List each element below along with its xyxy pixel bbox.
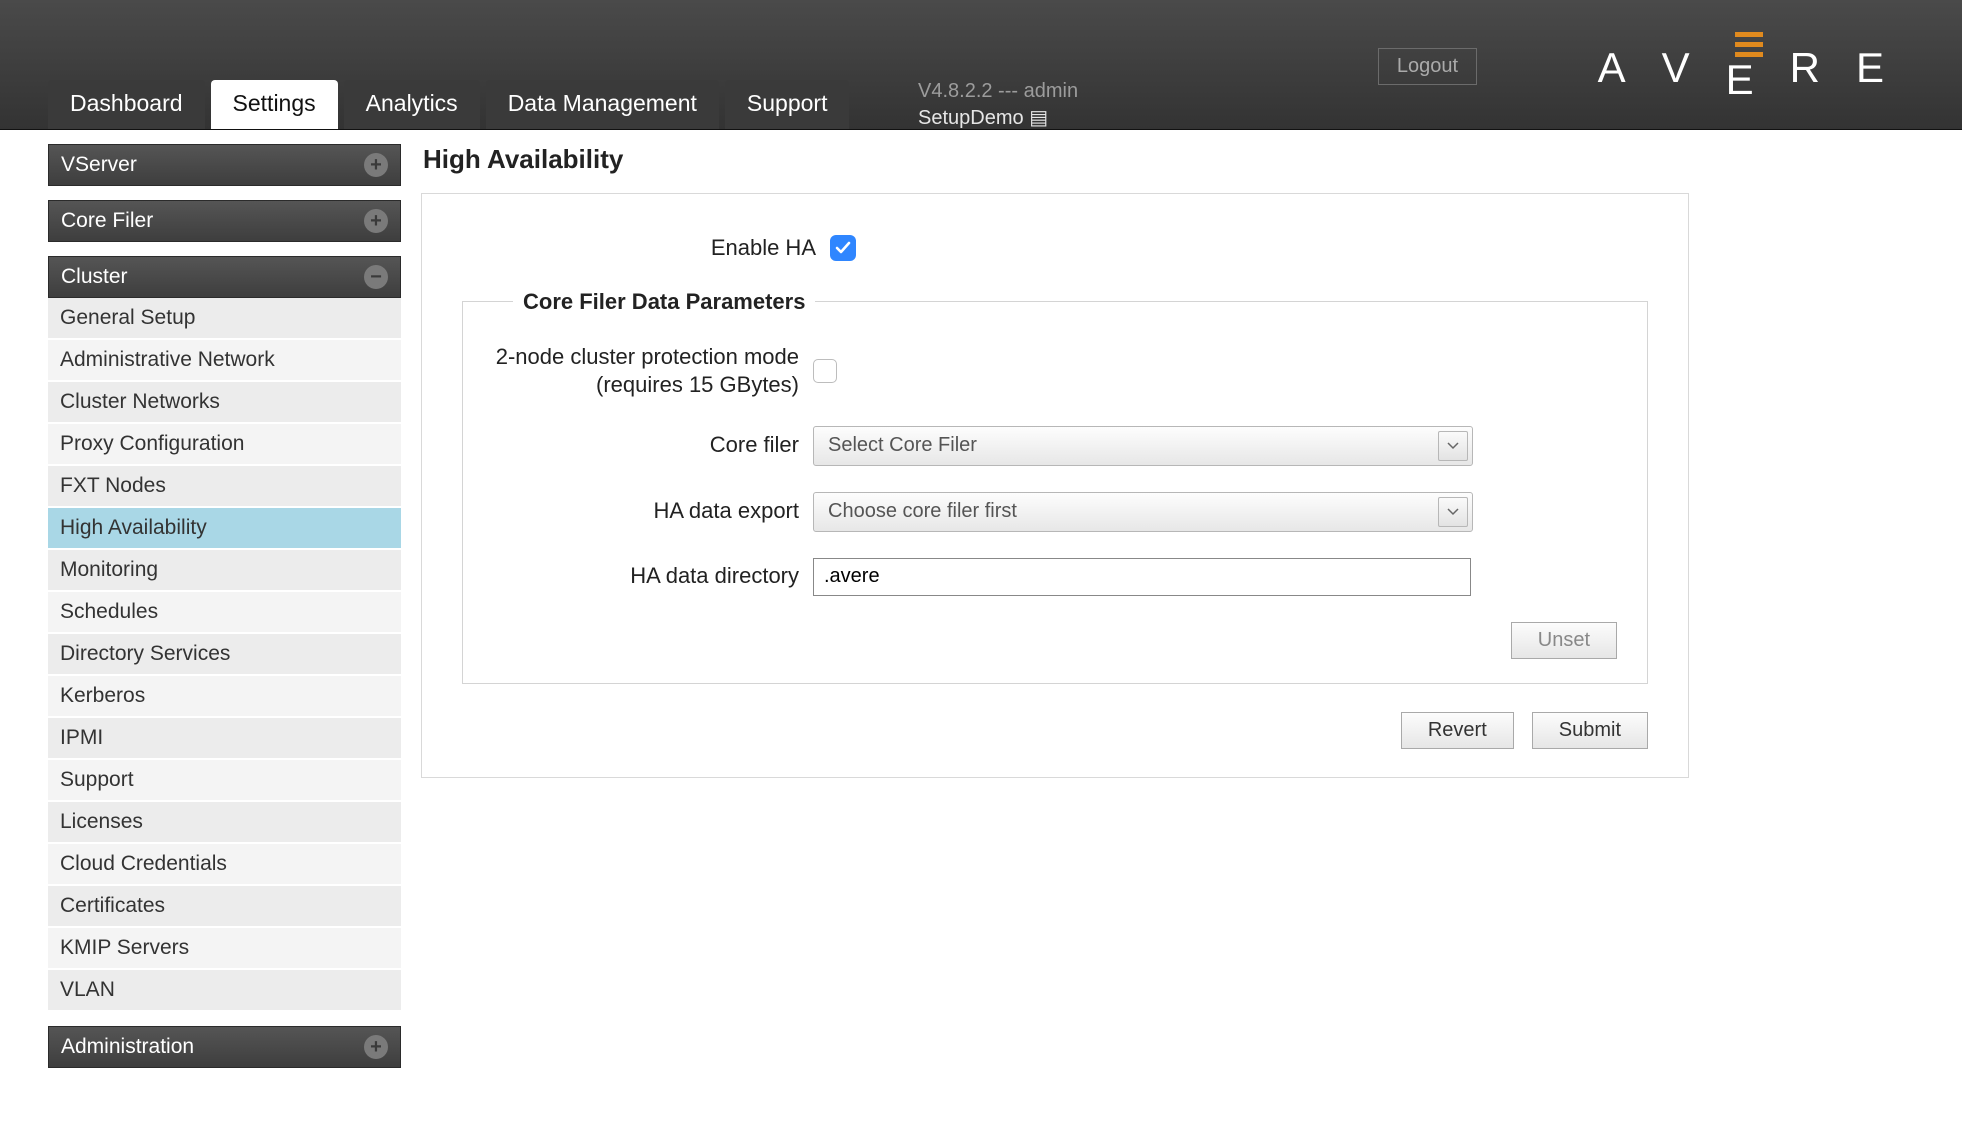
settings-panel: Enable HA Core Filer Data Parameters 2-n… — [421, 193, 1689, 778]
enable-ha-label: Enable HA — [462, 234, 830, 263]
header-info: V4.8.2.2 --- admin SetupDemo ▤ — [918, 78, 1078, 132]
logo-avere: A V E R E — [1598, 32, 1902, 92]
logo-letter-e: E — [1726, 32, 1772, 92]
logo-bars-icon — [1735, 32, 1763, 57]
logout-button[interactable]: Logout — [1378, 48, 1477, 85]
main-content: High Availability Enable HA Core Filer D… — [421, 144, 1932, 778]
sidebar-item-directory-services[interactable]: Directory Services — [48, 634, 401, 676]
sidebar-item-high-availability[interactable]: High Availability — [48, 508, 401, 550]
sidebar-item-vlan[interactable]: VLAN — [48, 970, 401, 1012]
tab-data-management[interactable]: Data Management — [486, 80, 719, 129]
two-node-label: 2-node cluster protection mode (requires… — [493, 343, 813, 400]
sidebar-item-proxy-configuration[interactable]: Proxy Configuration — [48, 424, 401, 466]
core-filer-value: Select Core Filer — [828, 434, 977, 457]
core-filer-select[interactable]: Select Core Filer — [813, 426, 1473, 466]
logo-letter: V — [1662, 44, 1708, 92]
two-node-checkbox[interactable] — [813, 359, 837, 383]
sidebar: VServer + Core Filer + Cluster − General… — [48, 144, 401, 1068]
sidebar-item-cluster-networks[interactable]: Cluster Networks — [48, 382, 401, 424]
sidebar-section-title: Administration — [61, 1035, 194, 1059]
sidebar-item-certificates[interactable]: Certificates — [48, 886, 401, 928]
ha-data-export-value: Choose core filer first — [828, 500, 1017, 523]
sidebar-section-title: VServer — [61, 153, 137, 177]
logo-letter: R — [1790, 44, 1838, 92]
unset-button[interactable]: Unset — [1511, 622, 1617, 659]
server-icon: ▤ — [1029, 107, 1048, 129]
sidebar-item-general-setup[interactable]: General Setup — [48, 298, 401, 340]
sidebar-section-vserver[interactable]: VServer + — [48, 144, 401, 186]
enable-ha-checkbox[interactable] — [830, 235, 856, 261]
tab-settings[interactable]: Settings — [211, 80, 338, 129]
version-text: V4.8.2.2 --- admin — [918, 78, 1078, 105]
sidebar-section-core-filer[interactable]: Core Filer + — [48, 200, 401, 242]
topbar: Logout A V E R E V4.8.2.2 --- admin Setu… — [0, 0, 1962, 130]
sidebar-item-licenses[interactable]: Licenses — [48, 802, 401, 844]
sidebar-item-administrative-network[interactable]: Administrative Network — [48, 340, 401, 382]
ha-data-directory-input[interactable] — [813, 558, 1471, 596]
sidebar-section-title: Core Filer — [61, 209, 153, 233]
setup-name: SetupDemo — [918, 107, 1024, 129]
tab-dashboard[interactable]: Dashboard — [48, 80, 205, 129]
tab-support[interactable]: Support — [725, 80, 850, 129]
revert-button[interactable]: Revert — [1401, 712, 1514, 749]
sidebar-section-title: Cluster — [61, 265, 128, 289]
sidebar-item-kmip-servers[interactable]: KMIP Servers — [48, 928, 401, 970]
sidebar-item-kerberos[interactable]: Kerberos — [48, 676, 401, 718]
ha-data-export-select[interactable]: Choose core filer first — [813, 492, 1473, 532]
sidebar-section-administration[interactable]: Administration + — [48, 1026, 401, 1068]
sidebar-item-ipmi[interactable]: IPMI — [48, 718, 401, 760]
submit-button[interactable]: Submit — [1532, 712, 1648, 749]
check-icon — [835, 240, 851, 256]
sidebar-cluster-items: General Setup Administrative Network Clu… — [48, 298, 401, 1012]
sidebar-section-cluster[interactable]: Cluster − — [48, 256, 401, 298]
sidebar-item-monitoring[interactable]: Monitoring — [48, 550, 401, 592]
plus-icon: + — [364, 209, 388, 233]
chevron-down-icon — [1438, 431, 1468, 461]
sidebar-item-cloud-credentials[interactable]: Cloud Credentials — [48, 844, 401, 886]
plus-icon: + — [364, 153, 388, 177]
ha-data-export-label: HA data export — [493, 497, 813, 526]
main-tabs: Dashboard Settings Analytics Data Manage… — [48, 80, 849, 129]
plus-icon: + — [364, 1035, 388, 1059]
sidebar-item-schedules[interactable]: Schedules — [48, 592, 401, 634]
sidebar-item-support[interactable]: Support — [48, 760, 401, 802]
core-filer-data-parameters: Core Filer Data Parameters 2-node cluste… — [462, 289, 1648, 684]
page-title: High Availability — [423, 144, 1932, 175]
logo-letter: A — [1598, 44, 1644, 92]
sidebar-item-fxt-nodes[interactable]: FXT Nodes — [48, 466, 401, 508]
fieldset-legend: Core Filer Data Parameters — [513, 289, 815, 315]
core-filer-label: Core filer — [493, 431, 813, 460]
tab-analytics[interactable]: Analytics — [344, 80, 480, 129]
logo-letter: E — [1856, 44, 1902, 92]
chevron-down-icon — [1438, 497, 1468, 527]
ha-data-directory-label: HA data directory — [493, 562, 813, 591]
minus-icon: − — [364, 265, 388, 289]
